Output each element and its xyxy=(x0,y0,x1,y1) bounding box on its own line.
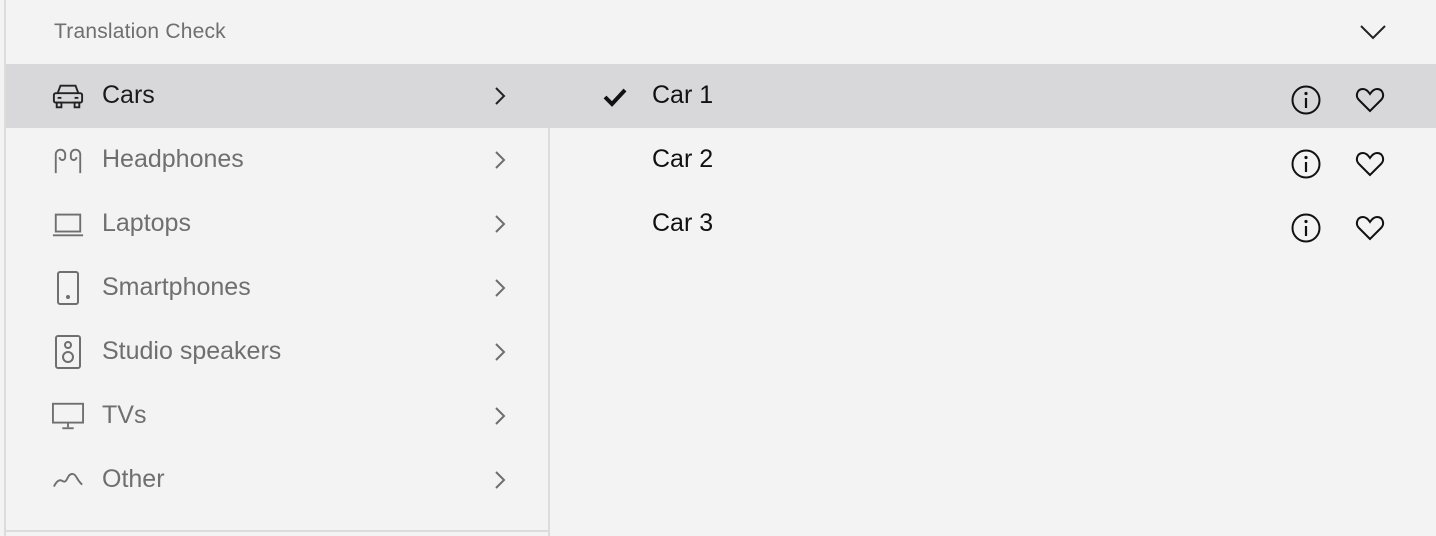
chevron-down-icon xyxy=(1360,25,1386,40)
info-button[interactable] xyxy=(1290,84,1322,116)
category-item-headphones[interactable]: Headphones xyxy=(6,128,548,192)
category-label: Laptops xyxy=(102,209,191,237)
category-item-cars[interactable]: Cars xyxy=(6,64,550,128)
category-item-smartphones[interactable]: Smartphones xyxy=(6,256,548,320)
category-list: Cars Headphones Laptops Smartphones Stud… xyxy=(6,64,550,536)
translation-check-panel: Translation Check Cars Headphones Laptop… xyxy=(4,0,1436,536)
chevron-right-icon xyxy=(495,215,506,233)
collapse-button[interactable] xyxy=(1358,18,1388,46)
headphones-icon xyxy=(52,144,84,176)
panel-header: Translation Check xyxy=(6,0,1436,64)
heart-icon xyxy=(1355,151,1385,177)
info-button[interactable] xyxy=(1290,148,1322,180)
item-label: Car 3 xyxy=(652,209,714,237)
category-label: TVs xyxy=(102,401,147,429)
category-label: Other xyxy=(102,465,165,493)
category-item-studio-speakers[interactable]: Studio speakers xyxy=(6,320,548,384)
info-icon xyxy=(1291,149,1321,179)
heart-icon xyxy=(1355,87,1385,113)
wave-icon xyxy=(52,464,84,496)
category-label: Studio speakers xyxy=(102,337,282,365)
chevron-right-icon xyxy=(495,151,506,169)
category-label: Headphones xyxy=(102,145,244,173)
category-label: Smartphones xyxy=(102,273,251,301)
chevron-right-icon xyxy=(495,87,506,105)
favorite-button[interactable] xyxy=(1354,148,1386,180)
laptop-icon xyxy=(52,208,84,240)
list-item[interactable]: Car 3 xyxy=(550,192,1436,256)
chevron-right-icon xyxy=(495,407,506,425)
chevron-right-icon xyxy=(495,279,506,297)
category-item-tvs[interactable]: TVs xyxy=(6,384,548,448)
category-item-laptops[interactable]: Laptops xyxy=(6,192,548,256)
tv-icon xyxy=(52,400,84,432)
smartphone-icon xyxy=(52,271,84,305)
favorite-button[interactable] xyxy=(1354,84,1386,116)
speaker-icon xyxy=(52,335,84,369)
divider xyxy=(6,530,548,532)
heart-icon xyxy=(1355,215,1385,241)
info-button[interactable] xyxy=(1290,212,1322,244)
panel-title: Translation Check xyxy=(54,20,226,43)
category-item-other[interactable]: Other xyxy=(6,448,548,512)
item-list: Car 1 Car 2 Car 3 xyxy=(550,64,1436,536)
checkmark-icon xyxy=(603,88,627,107)
category-label: Cars xyxy=(102,81,155,109)
item-label: Car 2 xyxy=(652,145,714,173)
car-icon xyxy=(52,80,84,112)
info-icon xyxy=(1291,213,1321,243)
list-item[interactable]: Car 2 xyxy=(550,128,1436,192)
item-label: Car 1 xyxy=(652,81,714,109)
info-icon xyxy=(1291,85,1321,115)
list-item[interactable]: Car 1 xyxy=(550,64,1436,128)
favorite-button[interactable] xyxy=(1354,212,1386,244)
chevron-right-icon xyxy=(495,471,506,489)
chevron-right-icon xyxy=(495,343,506,361)
